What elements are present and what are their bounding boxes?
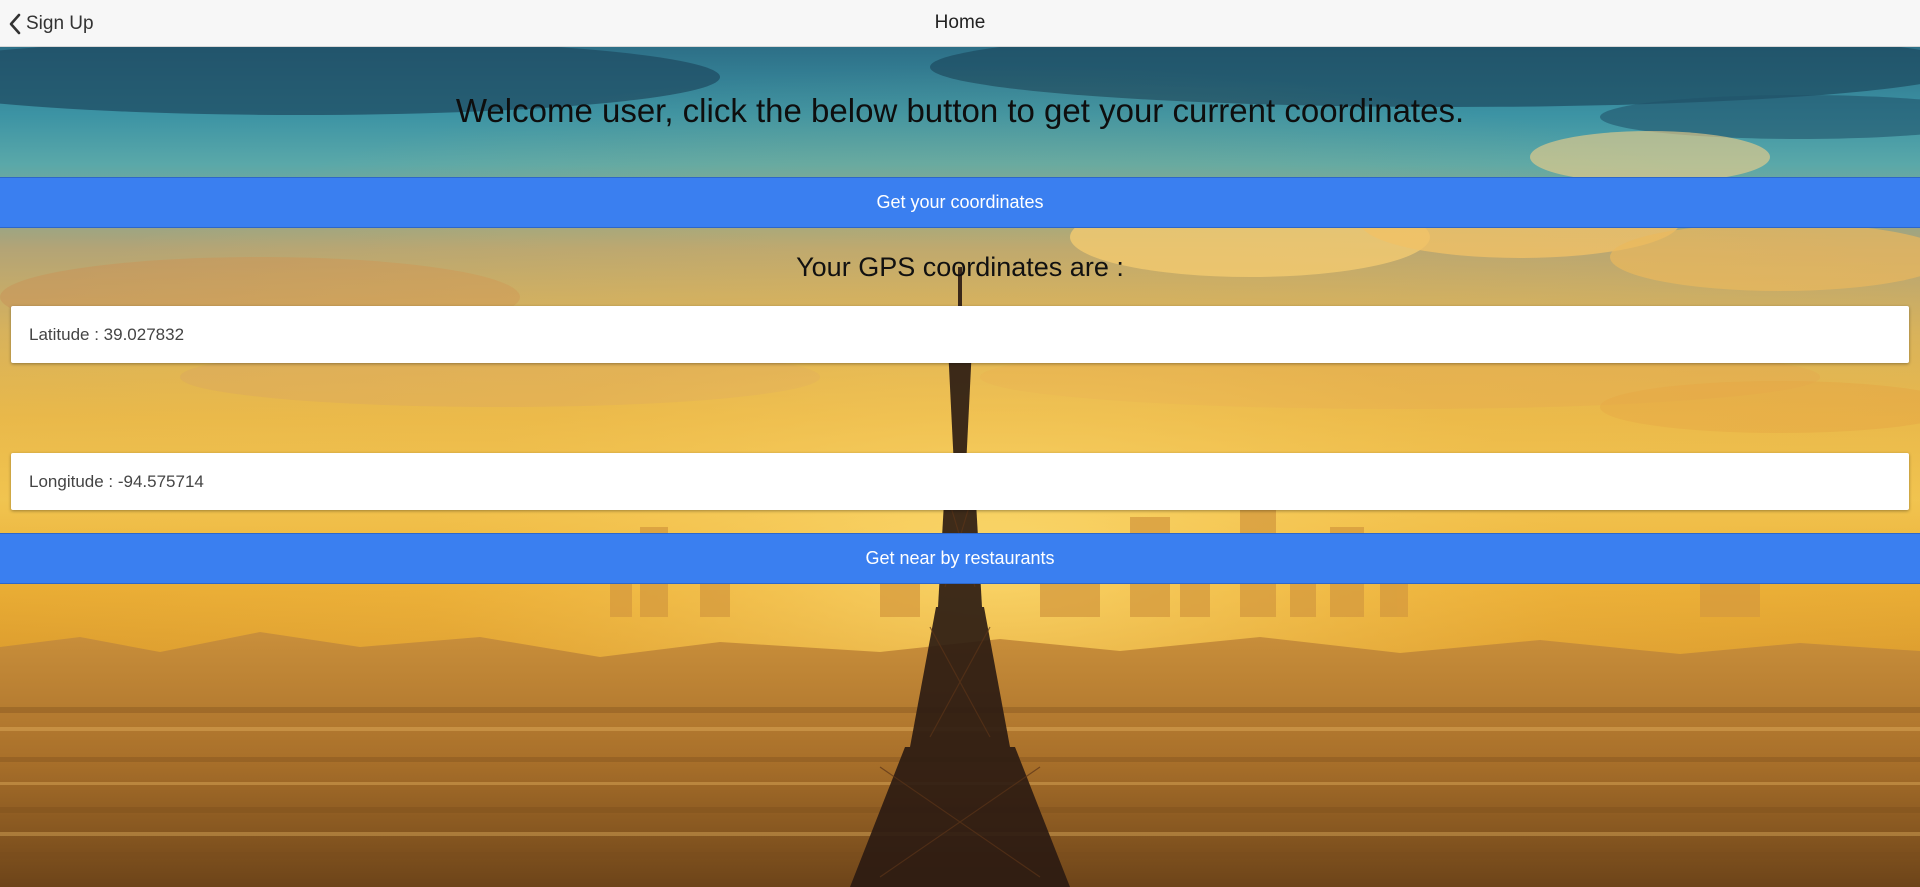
welcome-message: Welcome user, click the below button to … (455, 92, 1465, 129)
get-coordinates-button[interactable]: Get your coordinates (0, 177, 1920, 228)
gps-coordinates-heading: Your GPS coordinates are : (796, 252, 1124, 282)
longitude-field: Longitude : -94.575714 (11, 453, 1909, 510)
app-window: Sign Up Home Welcome user, click the bel… (0, 0, 1920, 887)
page-title: Home (934, 12, 986, 33)
navbar: Sign Up Home (0, 0, 1920, 47)
get-nearby-restaurants-button[interactable]: Get near by restaurants (0, 533, 1920, 584)
latitude-field: Latitude : 39.027832 (11, 306, 1909, 363)
